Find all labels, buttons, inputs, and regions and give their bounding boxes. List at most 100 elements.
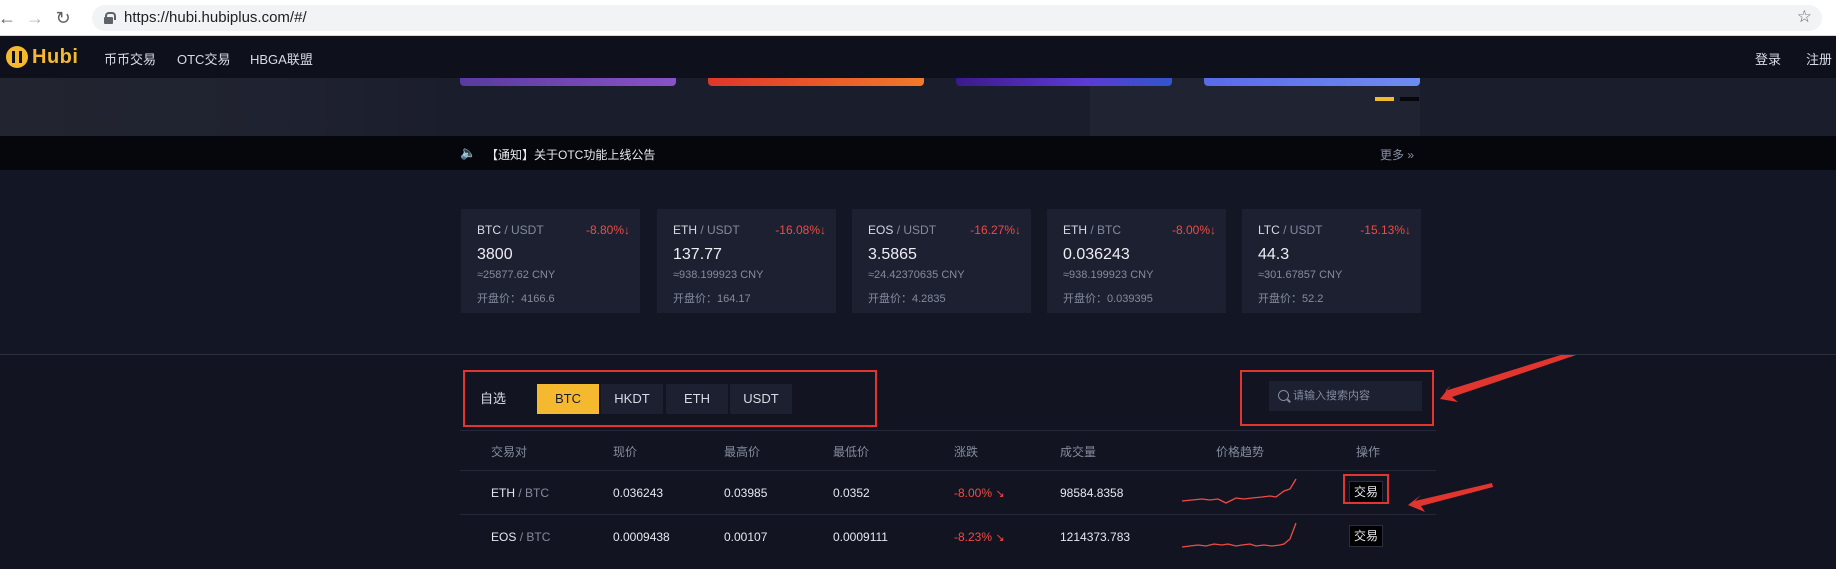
ticker-change: -8.80%↓ <box>586 223 630 237</box>
ticker-open: 开盘价：0.039395 <box>1063 293 1153 305</box>
carousel-dot[interactable] <box>1400 97 1419 101</box>
banner-slide-2[interactable] <box>708 78 924 86</box>
carousel-dot-active[interactable] <box>1375 97 1394 101</box>
ticker-quote: / USDT <box>700 223 740 237</box>
hubi-logo[interactable]: Hubi <box>6 46 78 68</box>
col-action: 操作 <box>1356 445 1381 459</box>
trend-down-icon: ↘ <box>995 488 1005 500</box>
ticker-cny: ≈25877.62 CNY <box>477 269 556 281</box>
nav-hbga-alliance[interactable]: HBGA联盟 <box>250 49 313 68</box>
banner-backdrop-right <box>1090 78 1420 136</box>
col-high: 最高价 <box>724 445 761 459</box>
ticker-quote: / BTC <box>1090 223 1122 237</box>
col-pair: 交易对 <box>491 445 528 459</box>
row-pair[interactable]: ETH / BTC <box>491 486 549 500</box>
ticker-card[interactable]: ETH / BTC -8.00%↓ 0.036243 ≈938.199923 CNY 开… <box>1047 209 1226 313</box>
price-trend-sparkline <box>1181 478 1297 504</box>
ticker-quote: / USDT <box>896 223 937 237</box>
ticker-change-value: -16.08% <box>775 223 820 237</box>
ticker-open: 开盘价：164.17 <box>673 293 751 305</box>
ticker-change: -16.27%↓ <box>970 223 1021 237</box>
ticker-change-value: -8.80% <box>585 223 624 237</box>
nav-otc-trading[interactable]: OTC交易 <box>177 49 230 68</box>
ticker-cny: ≈938.199923 CNY <box>673 269 764 281</box>
login-link[interactable]: 登录 <box>1755 49 1781 68</box>
ticker-card[interactable]: BTC / USDT -8.80%↓ 3800 ≈25877.62 CNY 开盘价：41… <box>461 209 640 313</box>
reload-icon[interactable]: ↻ <box>52 7 74 29</box>
ticker-price: 3.5865 <box>868 246 917 263</box>
back-arrow-icon[interactable]: ← <box>0 7 18 29</box>
site-header: Hubi 币币交易 OTC交易 HBGA联盟 登录 注册 <box>0 36 1836 78</box>
ticker-price: 3800 <box>477 246 513 263</box>
arrow-down-icon: ↓ <box>820 223 826 237</box>
ticker-change-value: -15.13% <box>1360 223 1405 237</box>
ticker-card[interactable]: LTC / USDT -15.13%↓ 44.3 ≈301.67857 CNY 开盘价：… <box>1242 209 1421 313</box>
ticker-quote: / USDT <box>1283 223 1323 237</box>
ticker-change-value: -8.00% <box>1171 223 1210 237</box>
trend-down-icon: ↘ <box>995 532 1005 544</box>
arrow-down-icon: ↓ <box>624 223 630 237</box>
ticker-card[interactable]: ETH / USDT -16.08%↓ 137.77 ≈938.199923 CNY 开… <box>657 209 836 313</box>
ticker-pair: ETH / USDT <box>673 223 740 237</box>
notice-bar: 🔈 【通知】关于OTC功能上线公告 更多 » <box>0 136 1836 170</box>
ticker-open: 开盘价：4166.6 <box>477 293 555 305</box>
register-link[interactable]: 注册 <box>1806 49 1832 68</box>
row-low: 0.0352 <box>833 486 870 500</box>
arrow-to-search <box>1440 355 1577 402</box>
notice-text[interactable]: 【通知】关于OTC功能上线公告 <box>486 146 655 163</box>
row-price: 0.0009438 <box>613 530 670 544</box>
arrow-down-icon: ↓ <box>1405 223 1411 237</box>
row-quote: / BTC <box>518 486 550 500</box>
row-volume: 1214373.783 <box>1060 530 1131 544</box>
banner-slide-3[interactable] <box>956 78 1172 86</box>
ticker-open: 开盘价：52.2 <box>1258 293 1324 305</box>
col-price: 现价 <box>613 445 638 459</box>
col-trend: 价格趋势 <box>1216 445 1265 459</box>
ticker-change: -8.00%↓ <box>1172 223 1216 237</box>
banner-carousel <box>0 78 1836 136</box>
ticker-base: ETH <box>673 223 697 237</box>
market-table-header: 交易对 现价 最高价 最低价 涨跌 成交量 价格趋势 操作 <box>460 430 1436 470</box>
ticker-pair: EOS / USDT <box>868 223 936 237</box>
browser-toolbar: ← → ↻ https://hubi.hubiplus.com/#/ ☆ <box>0 0 1836 36</box>
ticker-pair: LTC / USDT <box>1258 223 1322 237</box>
row-base: ETH <box>491 486 515 500</box>
lock-icon <box>104 12 116 24</box>
ticker-quote: / USDT <box>504 223 544 237</box>
row-base: EOS <box>491 530 517 544</box>
speaker-icon: 🔈 <box>460 145 477 160</box>
row-volume: 98584.8358 <box>1060 486 1124 500</box>
row-pair[interactable]: EOS / BTC <box>491 530 550 544</box>
url-text[interactable]: https://hubi.hubiplus.com/#/ <box>124 9 307 26</box>
table-row[interactable]: ETH / BTC 0.036243 0.03985 0.0352 -8.00% ↘ 98… <box>460 470 1436 514</box>
table-row[interactable]: EOS / BTC 0.0009438 0.00107 0.0009111 -8.23%… <box>460 514 1436 558</box>
more-label: 更多 <box>1380 148 1405 162</box>
row-price: 0.036243 <box>613 486 664 500</box>
trade-button[interactable]: 交易 <box>1349 525 1383 547</box>
logo-text: Hubi <box>32 45 79 68</box>
ticker-price: 137.77 <box>673 246 722 263</box>
banner-slide-1[interactable] <box>460 78 676 86</box>
ticker-cny: ≈938.199923 CNY <box>1063 269 1154 281</box>
nav-coin-trading[interactable]: 币币交易 <box>104 49 156 68</box>
col-volume: 成交量 <box>1060 445 1097 459</box>
ticker-change: -15.13%↓ <box>1360 223 1411 237</box>
star-icon[interactable]: ☆ <box>1797 7 1812 27</box>
row-high: 0.03985 <box>724 486 768 500</box>
col-change: 涨跌 <box>954 445 979 459</box>
ticker-base: ETH <box>1063 223 1087 237</box>
ticker-card[interactable]: EOS / USDT -16.27%↓ 3.5865 ≈24.42370635 CNY… <box>852 209 1031 313</box>
ticker-base: EOS <box>868 223 894 237</box>
ticker-change-value: -16.27% <box>970 223 1015 237</box>
trade-annotation-box <box>1343 474 1389 504</box>
ticker-section: BTC / USDT -8.80%↓ 3800 ≈25877.62 CNY 开盘价：41… <box>0 170 1836 355</box>
ticker-change: -16.08%↓ <box>775 223 826 237</box>
banner-slide-4[interactable] <box>1204 78 1420 86</box>
forward-arrow-icon[interactable]: → <box>24 7 46 29</box>
row-change-value: -8.00% <box>954 486 993 500</box>
more-link[interactable]: 更多 » <box>1380 146 1414 163</box>
address-bar[interactable]: https://hubi.hubiplus.com/#/ ☆ <box>92 5 1822 31</box>
ticker-price: 44.3 <box>1258 246 1290 263</box>
ticker-base: LTC <box>1258 223 1280 237</box>
ticker-base: BTC <box>477 223 501 237</box>
